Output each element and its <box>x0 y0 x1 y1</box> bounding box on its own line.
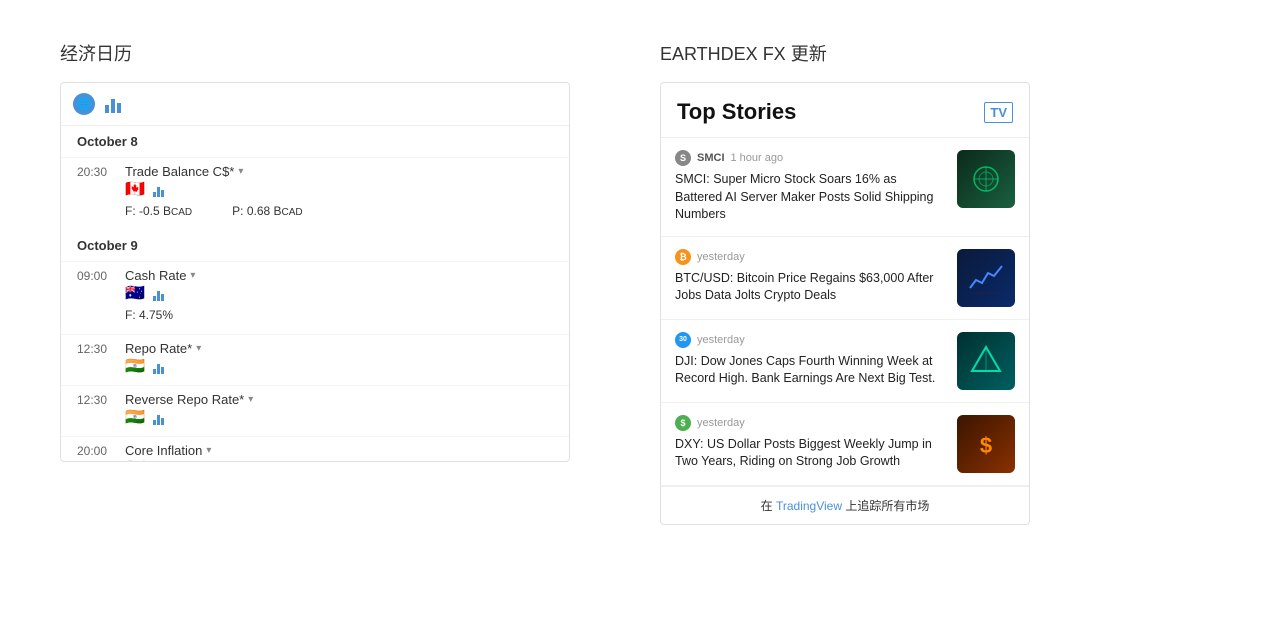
news-content-dxy: $ yesterday DXY: US Dollar Posts Biggest… <box>675 415 947 471</box>
thumb-smci <box>957 150 1015 208</box>
event-reverse-repo-rate: 12:30 Reverse Repo Rate* ▾ 🇮🇳 <box>61 385 569 436</box>
chevron-cash-rate: ▾ <box>190 270 195 281</box>
name-core-inflation[interactable]: Core Inflation ▾ <box>125 443 211 458</box>
meta-trade-balance: 🇨🇦 <box>125 182 553 198</box>
time-cash-rate: 09:00 <box>77 269 117 283</box>
signal-repo-rate <box>153 360 164 374</box>
main-layout: 经济日历 🌐 October 8 20:30 Trade Bala <box>60 40 1207 525</box>
name-trade-balance[interactable]: Trade Balance C$* ▾ <box>125 164 243 179</box>
news-footer: 在 TradingView 上追踪所有市场 <box>661 486 1029 524</box>
event-core-inflation: 20:00 Core Inflation ▾ 🇨🇦 F: 0.32% P: <box>61 436 569 462</box>
tv-logo: TV <box>984 102 1013 123</box>
news-header: Top Stories TV <box>661 83 1029 138</box>
signal-reverse-repo <box>153 411 164 425</box>
news-widget-title: Top Stories <box>677 99 796 125</box>
chevron-repo-rate: ▾ <box>196 343 201 354</box>
name-repo-rate[interactable]: Repo Rate* ▾ <box>125 341 201 356</box>
source-label-smci: SMCI <box>697 152 725 164</box>
thumb-btc <box>957 249 1015 307</box>
event-cash-rate: 09:00 Cash Rate ▾ 🇦🇺 F: 4.75% <box>61 261 569 334</box>
left-section-title: 经济日历 <box>60 40 580 66</box>
calendar-scroll[interactable]: October 8 20:30 Trade Balance C$* ▾ 🇨🇦 <box>61 126 569 462</box>
meta-reverse-repo: 🇮🇳 <box>125 410 553 426</box>
date-oct9: October 9 <box>61 230 569 261</box>
thumb-dji <box>957 332 1015 390</box>
date-oct8: October 8 <box>61 126 569 157</box>
right-section-title: EARTHDEX FX 更新 <box>660 40 1207 66</box>
source-dot-dxy: $ <box>675 415 691 431</box>
name-reverse-repo[interactable]: Reverse Repo Rate* ▾ <box>125 392 253 407</box>
time-reverse-repo: 12:30 <box>77 393 117 407</box>
source-time-dji: yesterday <box>697 334 745 346</box>
source-time-btc: yesterday <box>697 251 745 263</box>
left-panel: 经济日历 🌐 October 8 20:30 Trade Bala <box>60 40 580 525</box>
event-trade-balance: 20:30 Trade Balance C$* ▾ 🇨🇦 F: -0.5 BCA… <box>61 157 569 230</box>
previous-trade-balance: P: 0.68 BCAD <box>232 204 303 218</box>
time-core-inflation: 20:00 <box>77 444 117 458</box>
news-item-dxy[interactable]: $ yesterday DXY: US Dollar Posts Biggest… <box>661 403 1029 486</box>
news-list[interactable]: S SMCI 1 hour ago SMCI: Super Micro Stoc… <box>661 138 1029 486</box>
right-panel: EARTHDEX FX 更新 Top Stories TV S SMCI 1 h… <box>660 40 1207 525</box>
source-time-dxy: yesterday <box>697 417 745 429</box>
chevron-core-inflation: ▾ <box>206 445 211 456</box>
flag-repo-rate: 🇮🇳 <box>125 359 145 375</box>
source-time-smci: 1 hour ago <box>731 152 784 164</box>
event-repo-rate: 12:30 Repo Rate* ▾ 🇮🇳 <box>61 334 569 385</box>
calendar-header: 🌐 <box>61 83 569 126</box>
news-item-btc[interactable]: ₿ yesterday BTC/USD: Bitcoin Price Regai… <box>661 237 1029 320</box>
bar-chart-icon[interactable] <box>105 95 121 113</box>
headline-btc: BTC/USD: Bitcoin Price Regains $63,000 A… <box>675 270 947 305</box>
chevron-trade-balance: ▾ <box>238 166 243 177</box>
flag-cash-rate: 🇦🇺 <box>125 286 145 302</box>
flag-core-inflation: 🇨🇦 <box>125 461 145 462</box>
chevron-reverse-repo: ▾ <box>248 394 253 405</box>
news-widget: Top Stories TV S SMCI 1 hour ago SMCI: S… <box>660 82 1030 525</box>
news-item-dji[interactable]: 30 yesterday DJI: Dow Jones Caps Fourth … <box>661 320 1029 403</box>
news-source-btc: ₿ yesterday <box>675 249 947 265</box>
flag-reverse-repo: 🇮🇳 <box>125 410 145 426</box>
values-cash-rate: F: 4.75% <box>125 306 553 328</box>
meta-repo-rate: 🇮🇳 <box>125 359 553 375</box>
signal-cash-rate <box>153 287 164 301</box>
source-dot-smci: S <box>675 150 691 166</box>
source-dot-btc: ₿ <box>675 249 691 265</box>
news-source-dxy: $ yesterday <box>675 415 947 431</box>
news-item-smci[interactable]: S SMCI 1 hour ago SMCI: Super Micro Stoc… <box>661 138 1029 237</box>
news-content-smci: S SMCI 1 hour ago SMCI: Super Micro Stoc… <box>675 150 947 224</box>
time-trade-balance: 20:30 <box>77 165 117 179</box>
meta-core-inflation: 🇨🇦 <box>125 461 553 462</box>
values-trade-balance: F: -0.5 BCAD P: 0.68 BCAD <box>125 202 553 224</box>
calendar-widget: 🌐 October 8 20:30 Trade Balance C$* ▾ <box>60 82 570 462</box>
headline-dxy: DXY: US Dollar Posts Biggest Weekly Jump… <box>675 436 947 471</box>
forecast-cash-rate: F: 4.75% <box>125 308 173 322</box>
flag-trade-balance: 🇨🇦 <box>125 182 145 198</box>
news-source-smci: S SMCI 1 hour ago <box>675 150 947 166</box>
source-dot-dji: 30 <box>675 332 691 348</box>
signal-trade-balance <box>153 183 164 197</box>
news-source-dji: 30 yesterday <box>675 332 947 348</box>
headline-dji: DJI: Dow Jones Caps Fourth Winning Week … <box>675 353 947 388</box>
globe-icon[interactable]: 🌐 <box>73 93 95 115</box>
meta-cash-rate: 🇦🇺 <box>125 286 553 302</box>
headline-smci: SMCI: Super Micro Stock Soars 16% as Bat… <box>675 171 947 224</box>
tradingview-link[interactable]: TradingView <box>776 499 842 513</box>
thumb-dxy: $ <box>957 415 1015 473</box>
svg-text:$: $ <box>980 433 992 458</box>
time-repo-rate: 12:30 <box>77 342 117 356</box>
news-content-dji: 30 yesterday DJI: Dow Jones Caps Fourth … <box>675 332 947 388</box>
name-cash-rate[interactable]: Cash Rate ▾ <box>125 268 195 283</box>
forecast-trade-balance: F: -0.5 BCAD <box>125 204 192 218</box>
news-content-btc: ₿ yesterday BTC/USD: Bitcoin Price Regai… <box>675 249 947 305</box>
